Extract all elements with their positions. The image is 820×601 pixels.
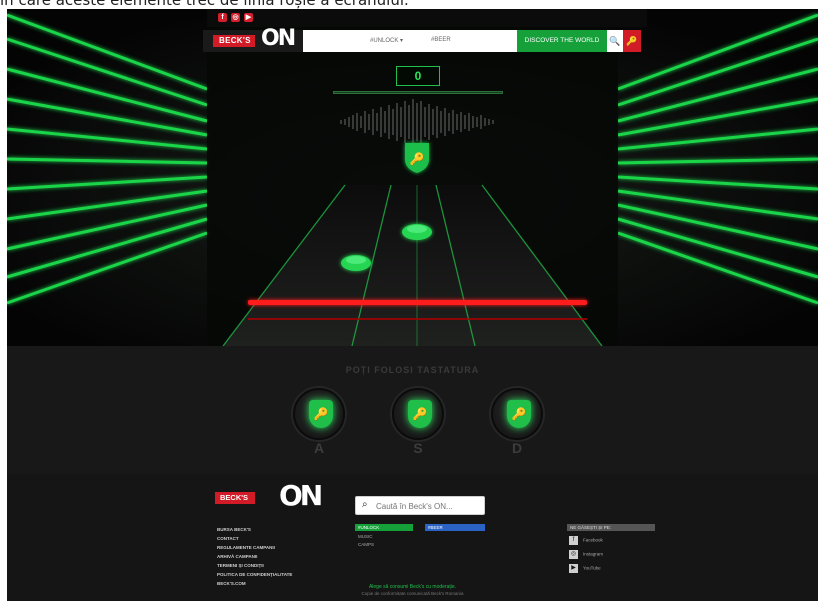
key-shield-icon: 🔑 bbox=[408, 400, 432, 428]
site-footer: BECK'S ON BURSA BECK'S CONTACT REGULAMEN… bbox=[7, 474, 818, 601]
discover-the-world-button[interactable]: DISCOVER THE WORLD bbox=[517, 30, 607, 52]
follow-youtube[interactable]: ▶ YouTube bbox=[569, 564, 601, 573]
social-bar: f ◎ ▶ bbox=[207, 9, 647, 27]
unlock-sub-music[interactable]: MUSIC bbox=[358, 534, 373, 539]
red-hit-line bbox=[248, 300, 587, 305]
footer-on-logo: ON bbox=[279, 479, 323, 512]
footer-link[interactable]: REGULAMENTE CAMPANII bbox=[217, 543, 292, 552]
footer-search-box: ⌕ bbox=[355, 496, 485, 515]
search-icon: ⌕ bbox=[362, 499, 368, 510]
svg-text:🔑: 🔑 bbox=[410, 151, 425, 166]
follow-label: Facebook bbox=[583, 537, 603, 543]
page-caption: în care aceste elemente trec de linia ro… bbox=[0, 0, 409, 9]
follow-instagram[interactable]: ◎ Instagram bbox=[569, 550, 603, 559]
footer-links: BURSA BECK'S CONTACT REGULAMENTE CAMPANI… bbox=[217, 525, 292, 588]
rhythm-game[interactable]: 🔑 0 bbox=[7, 9, 818, 347]
instagram-icon[interactable]: ◎ bbox=[231, 13, 240, 22]
follow-label: YouTube bbox=[583, 565, 601, 571]
keyboard-hint-title: POȚI FOLOSI TASTATURA bbox=[345, 365, 480, 375]
keyboard-hint-section: POȚI FOLOSI TASTATURA 🔑 A 🔑 S 🔑 D bbox=[7, 346, 818, 474]
nav-unlock[interactable]: #UNLOCK ▾ bbox=[370, 37, 403, 44]
score-display: 0 bbox=[396, 66, 440, 86]
lane-button-d[interactable]: 🔑 bbox=[491, 388, 543, 440]
footer-link[interactable]: TERMENI ȘI CONDIȚII bbox=[217, 561, 292, 570]
instagram-icon: ◎ bbox=[569, 550, 578, 559]
song-progress-bar bbox=[333, 91, 503, 94]
main-header: BECK'S ON #UNLOCK ▾ #BEER DISCOVER THE W… bbox=[203, 26, 641, 52]
footer-becks-logo[interactable]: BECK'S bbox=[215, 492, 255, 504]
facebook-icon[interactable]: f bbox=[218, 13, 227, 22]
footer-link[interactable]: POLITICA DE CONFIDENȚIALITATE bbox=[217, 570, 292, 579]
game-scene: 🔑 bbox=[7, 9, 818, 347]
key-letter-d: D bbox=[511, 440, 523, 456]
follow-facebook[interactable]: f Facebook bbox=[569, 536, 603, 545]
follow-us-title: NE GĂSEȘTI ȘI PE: bbox=[567, 524, 655, 531]
beer-tag[interactable]: #BEER bbox=[425, 524, 485, 531]
nav-beer[interactable]: #BEER bbox=[431, 37, 451, 43]
unlock-sub-camps[interactable]: CAMPS bbox=[358, 542, 374, 547]
becks-brand-logo: BECK'S bbox=[213, 35, 255, 47]
lane-button-s[interactable]: 🔑 bbox=[392, 388, 444, 440]
youtube-icon[interactable]: ▶ bbox=[244, 13, 253, 22]
on-logo: ON bbox=[261, 26, 296, 51]
youtube-icon: ▶ bbox=[569, 564, 578, 573]
logo-area[interactable]: BECK'S ON bbox=[203, 26, 303, 52]
key-letter-a: A bbox=[313, 440, 325, 456]
unlock-tag[interactable]: #UNLOCK bbox=[355, 524, 413, 531]
legal-note: Copie de conformitate comunicată Beck's … bbox=[361, 591, 464, 596]
menu-key-icon[interactable]: 🔑 bbox=[623, 30, 641, 52]
search-icon[interactable]: 🔍 bbox=[607, 30, 623, 52]
key-shield-icon: 🔑 bbox=[309, 400, 333, 428]
footer-link[interactable]: CONTACT bbox=[217, 534, 292, 543]
lane-button-a[interactable]: 🔑 bbox=[293, 388, 345, 440]
footer-search-input[interactable] bbox=[376, 500, 480, 513]
key-shield-icon: 🔑 bbox=[507, 400, 531, 428]
becks-on-page: 🔑 0 f ◎ ▶ BECK'S ON #UNLOCK ▾ #BEER DISC… bbox=[7, 9, 818, 601]
footer-link[interactable]: ARHIVĂ CAMPANII bbox=[217, 552, 292, 561]
facebook-icon: f bbox=[569, 536, 578, 545]
footer-link[interactable]: BURSA BECK'S bbox=[217, 525, 292, 534]
key-letter-s: S bbox=[413, 440, 423, 456]
follow-label: Instagram bbox=[583, 551, 604, 557]
moderation-note: Alege să consumi Beck's cu moderație. bbox=[368, 584, 457, 590]
